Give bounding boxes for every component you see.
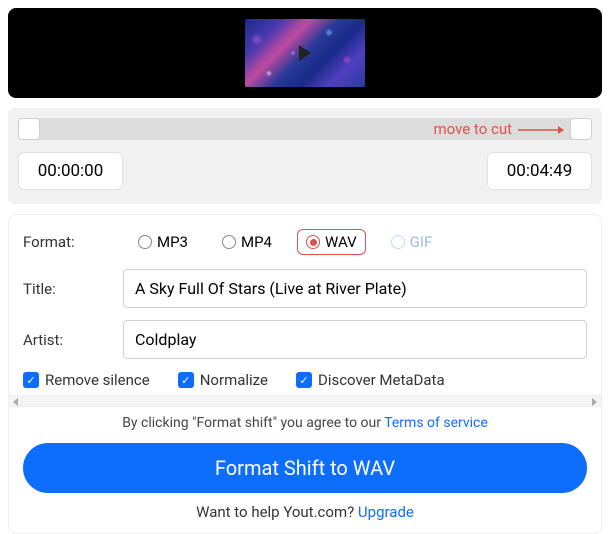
- format-radio-gif[interactable]: GIF: [382, 229, 442, 255]
- start-time-input[interactable]: [18, 152, 123, 190]
- check-icon: ✓: [26, 375, 35, 386]
- check-icon: ✓: [299, 375, 308, 386]
- hint-text: move to cut: [433, 120, 512, 138]
- format-row: Format: MP3 MP4 WAV GIF: [23, 229, 587, 255]
- upgrade-link[interactable]: Upgrade: [358, 503, 414, 521]
- remove-silence-checkbox[interactable]: ✓Remove silence: [23, 371, 150, 389]
- title-input[interactable]: [123, 269, 587, 308]
- format-shift-button[interactable]: Format Shift to WAV: [23, 443, 587, 493]
- options-panel: Format: MP3 MP4 WAV GIF Title: Artist: ✓…: [8, 214, 602, 534]
- format-radio-mp3[interactable]: MP3: [129, 229, 197, 255]
- arrow-right-icon: [518, 125, 564, 135]
- trim-track: move to cut: [18, 118, 592, 140]
- format-label: Format:: [23, 233, 113, 251]
- video-thumbnail: [245, 19, 365, 87]
- trim-handle-end[interactable]: [570, 118, 592, 140]
- trim-slider-region: move to cut: [8, 108, 602, 204]
- time-row: [18, 152, 592, 190]
- title-row: Title:: [23, 269, 587, 308]
- artist-label: Artist:: [23, 331, 123, 349]
- terms-text: By clicking "Format shift" you agree to …: [23, 415, 587, 431]
- artist-row: Artist:: [23, 320, 587, 359]
- terms-link[interactable]: Terms of service: [384, 415, 488, 431]
- title-label: Title:: [23, 280, 123, 298]
- discover-metadata-checkbox[interactable]: ✓Discover MetaData: [296, 371, 445, 389]
- format-radio-wav[interactable]: WAV: [297, 229, 366, 255]
- checkbox-row: ✓Remove silence ✓Normalize ✓Discover Met…: [23, 371, 587, 389]
- move-to-cut-hint: move to cut: [433, 120, 564, 138]
- video-preview[interactable]: [8, 8, 602, 98]
- play-icon: [299, 45, 311, 61]
- end-time-input[interactable]: [487, 152, 592, 190]
- normalize-checkbox[interactable]: ✓Normalize: [178, 371, 268, 389]
- horizontal-scrollbar[interactable]: [9, 395, 601, 407]
- trim-handle-start[interactable]: [18, 118, 40, 140]
- artist-input[interactable]: [123, 320, 587, 359]
- upgrade-text: Want to help Yout.com? Upgrade: [23, 503, 587, 521]
- check-icon: ✓: [181, 375, 190, 386]
- format-radio-mp4[interactable]: MP4: [213, 229, 281, 255]
